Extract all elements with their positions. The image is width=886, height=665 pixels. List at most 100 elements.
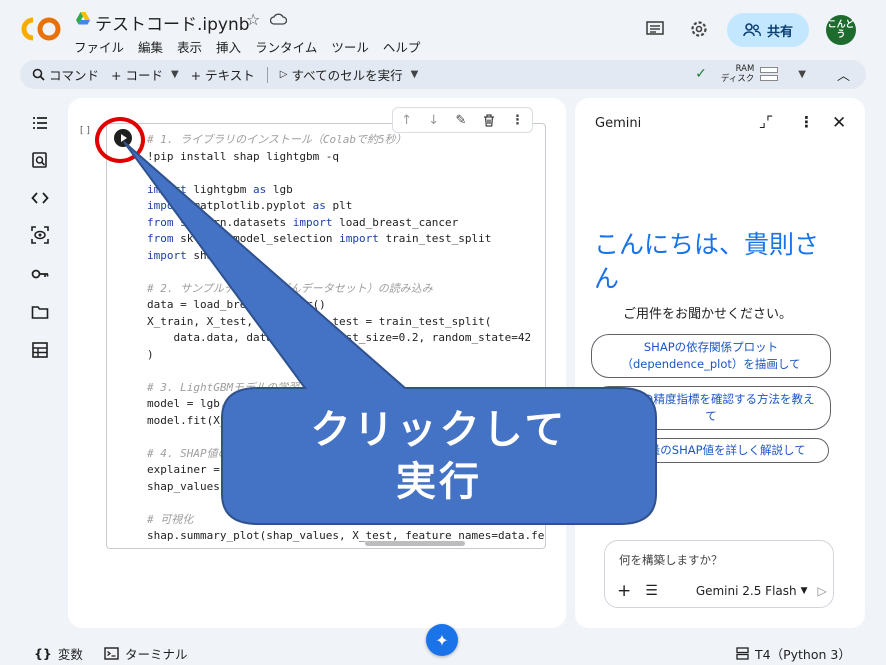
key-icon[interactable] (31, 265, 49, 283)
folder-icon[interactable] (31, 303, 49, 321)
terminal-icon (104, 647, 119, 660)
run-all-button[interactable]: ▷ すべてのセルを実行 ▼ (280, 65, 419, 84)
star-icon[interactable]: ☆ (246, 10, 260, 29)
code-line: import lightgbm as lgb (147, 182, 293, 196)
variable-inspector-icon[interactable] (31, 226, 49, 244)
chevron-up-icon[interactable]: ︿ (837, 65, 850, 84)
add-icon[interactable]: + (617, 581, 631, 601)
find-replace-icon[interactable] (31, 151, 49, 169)
code-line: # 2. サンプルデータ（乳がんデータセット）の読み込み (147, 281, 433, 295)
sparkle-icon: ✦ (435, 630, 449, 650)
run-button-highlight-ring (95, 117, 145, 163)
add-text-button[interactable]: + テキスト (191, 65, 255, 84)
resource-monitor[interactable]: ✓ RAM ディスク ▼ (695, 64, 806, 84)
command-label: コマンド (49, 68, 100, 83)
left-rail (20, 98, 60, 628)
menu-view[interactable]: 表示 (177, 37, 202, 56)
code-line: data = load_breast_cancer() (147, 298, 326, 311)
chevron-down-icon[interactable]: ▼ (411, 69, 419, 80)
code-line: import shap (147, 248, 220, 262)
send-icon[interactable]: ▷ (818, 584, 827, 598)
drive-icon (76, 12, 90, 25)
ram-bar (760, 67, 779, 73)
data-table-icon[interactable] (31, 341, 49, 359)
gemini-sparkle-button[interactable]: ✦ (426, 624, 458, 656)
comment-icon[interactable] (644, 18, 666, 40)
run-all-label: すべてのセルを実行 (291, 68, 403, 83)
annotation-line-2: 実行 (396, 459, 482, 505)
code-line: shap.summary_plot(shap_values, X_test, f… (147, 529, 546, 542)
menu-tools[interactable]: ツール (331, 37, 369, 56)
tune-icon[interactable]: ☰ (645, 583, 658, 599)
resource-labels: RAM ディスク (721, 64, 754, 84)
close-icon[interactable]: ✕ (832, 113, 846, 133)
execution-count: [ ] (80, 126, 90, 136)
cloud-saved-icon[interactable] (270, 13, 287, 25)
annotation-line-1: クリックして (310, 407, 568, 453)
collapse-icon[interactable]: ⌟⌜ (759, 113, 773, 131)
avatar[interactable]: こんどう (826, 15, 856, 45)
gemini-greeting: こんにちは、貴則さん (594, 230, 820, 293)
disk-bar (760, 75, 779, 81)
move-up-icon[interactable]: ↑ (401, 113, 412, 128)
gemini-subtitle: ご用件をお聞かせください。 (623, 307, 793, 322)
terminal-button[interactable]: ターミナル (104, 644, 188, 663)
code-line: ) (147, 347, 154, 361)
search-icon (32, 68, 45, 81)
menu-insert[interactable]: 挿入 (216, 37, 241, 56)
code-line: !pip install shap lightgbm -q (147, 149, 340, 163)
gemini-input-actions: + ☰ Gemini 2.5 Flash ▼ ▷ (617, 581, 827, 601)
header: テストコード.ipynb ☆ ファイル 編集 表示 挿入 ランタイム ツール ヘ… (0, 0, 886, 58)
model-selector[interactable]: Gemini 2.5 Flash (696, 584, 797, 598)
table-of-contents-icon[interactable] (31, 114, 49, 132)
gemini-title: Gemini (595, 116, 642, 131)
variables-label: 変数 (57, 647, 83, 662)
delete-icon[interactable] (483, 113, 495, 127)
check-icon: ✓ (695, 66, 707, 82)
code-line: X_train, X_test, y_train, y_test = train… (147, 314, 492, 328)
add-code-button[interactable]: + コード ▼ (111, 65, 179, 84)
menu-file[interactable]: ファイル (74, 37, 124, 56)
gemini-prompt-box[interactable]: 何を構築しますか？ + ☰ Gemini 2.5 Flash ▼ ▷ (604, 540, 834, 608)
toolbar-divider (266, 66, 268, 83)
menu-help[interactable]: ヘルプ (383, 37, 421, 56)
share-button[interactable]: 共有 (727, 13, 809, 47)
chevron-down-icon[interactable]: ▼ (801, 586, 808, 596)
cell-toolbar: ↑ ↓ ✎ ⋮ (392, 107, 533, 133)
code-snippets-icon[interactable] (31, 189, 49, 207)
command-palette-button[interactable]: コマンド (32, 65, 99, 84)
code-line: from sklearn.model_selection import trai… (147, 232, 492, 245)
add-code-label: + コード (111, 68, 163, 83)
runtime-indicator[interactable]: T4（Python 3） (736, 644, 851, 663)
notebook-filename[interactable]: テストコード.ipynb (95, 10, 250, 35)
terminal-label: ターミナル (125, 647, 188, 662)
runtime-label: T4（Python 3） (755, 647, 851, 662)
chevron-down-icon[interactable]: ▼ (798, 69, 806, 80)
gemini-prompt-input[interactable]: 何を構築しますか？ (619, 552, 723, 568)
share-label: 共有 (766, 24, 793, 40)
magic-edit-icon[interactable]: ✎ (455, 113, 466, 128)
add-text-label: + テキスト (190, 68, 255, 83)
gemini-panel: Gemini ⌟⌜ ⋮ ✕ こんにちは、貴則さん ご用件をお聞かせください。 S… (575, 98, 865, 628)
horizontal-scrollbar[interactable] (365, 541, 465, 546)
menu-runtime[interactable]: ランタイム (255, 37, 317, 56)
server-icon (736, 647, 749, 660)
resource-bars (760, 67, 779, 81)
chevron-down-icon[interactable]: ▼ (171, 69, 179, 80)
gear-icon[interactable] (688, 18, 710, 40)
play-icon: ▷ (279, 69, 288, 80)
ram-label: RAM (735, 64, 755, 74)
colab-logo-icon[interactable] (20, 14, 62, 44)
disk-label: ディスク (720, 74, 755, 84)
variables-button[interactable]: {} 変数 (34, 644, 83, 663)
more-vert-icon[interactable]: ⋮ (799, 113, 814, 131)
move-down-icon[interactable]: ↓ (428, 113, 439, 128)
more-vert-icon[interactable]: ⋮ (511, 113, 524, 128)
menu-edit[interactable]: 編集 (138, 37, 163, 56)
people-icon (743, 23, 761, 37)
suggestion-chip[interactable]: SHAPの依存関係プロット（dependence_plot）を描画して (591, 334, 831, 378)
variables-icon: {} (34, 646, 52, 661)
